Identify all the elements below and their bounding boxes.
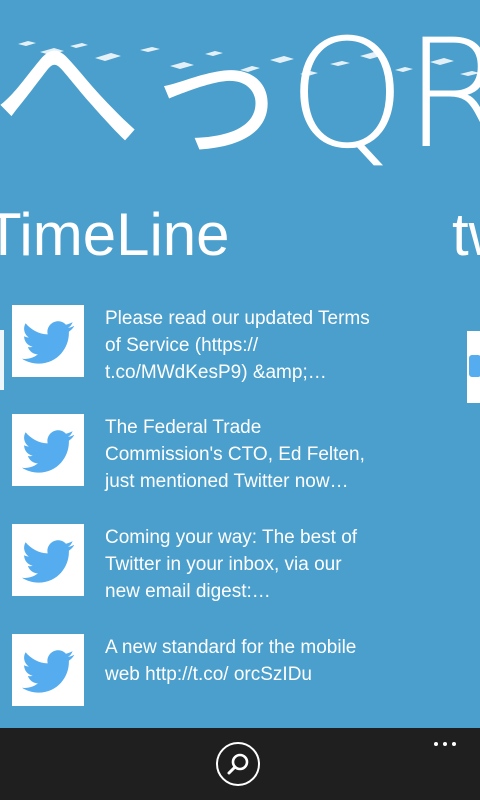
search-button[interactable] [216, 742, 260, 786]
app-title: へっQR [0, 8, 480, 182]
timeline-item[interactable]: Please read our updated Terms of Service… [12, 305, 372, 395]
timeline-item[interactable]: The Federal Trade Commission's CTO, Ed F… [12, 414, 372, 504]
twitter-bird-icon [12, 634, 84, 706]
section-header-timeline[interactable]: TimeLine [0, 198, 230, 272]
next-pane-mini-icon [469, 355, 480, 377]
application-bar [0, 728, 480, 800]
timeline-item[interactable]: Coming your way: The best of Twitter in … [12, 524, 372, 614]
tweet-text: Coming your way: The best of Twitter in … [105, 527, 358, 602]
twitter-bird-icon [12, 414, 84, 486]
timeline-item[interactable]: A new standard for the mobile web http:/… [12, 634, 372, 724]
tweet-text: Please read our updated Terms of Service… [105, 308, 370, 383]
search-icon [227, 753, 249, 775]
next-pane-tile[interactable] [467, 331, 480, 403]
twitter-bird-icon [12, 305, 84, 377]
twitter-bird-icon [12, 524, 84, 596]
tweet-text: A new standard for the mobile web http:/… [105, 637, 357, 685]
next-section-header[interactable]: tw [452, 198, 480, 272]
tweet-text: The Federal Trade Commission's CTO, Ed F… [105, 417, 365, 492]
more-dots-icon[interactable] [428, 736, 462, 752]
panorama-page: へっQR TimeLine tw Please read our updated… [0, 0, 480, 800]
previous-pane-edge [0, 330, 4, 390]
